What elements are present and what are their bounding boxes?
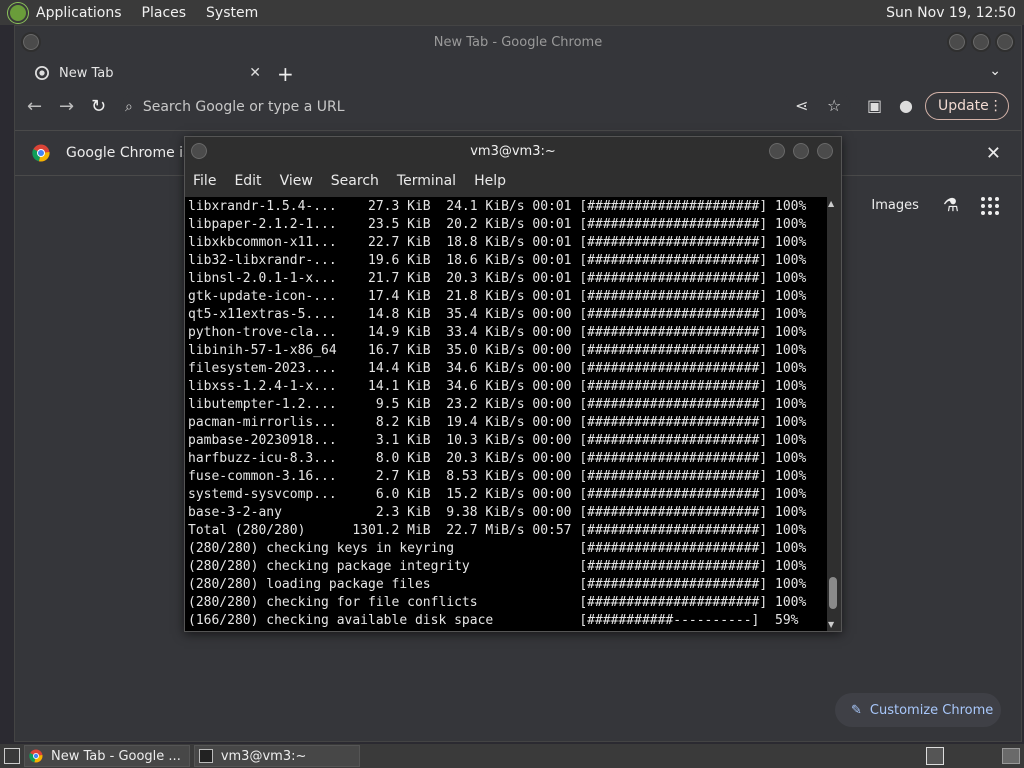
menu-places[interactable]: Places (142, 5, 187, 21)
images-link[interactable]: Images (871, 198, 919, 213)
chrome-titlebar[interactable]: New Tab - Google Chrome (15, 26, 1021, 58)
ntp-header-links: Images ⚗ (871, 195, 999, 216)
terminal-line: (166/280) checking available disk space … (188, 613, 799, 628)
menu-file[interactable]: File (193, 173, 216, 189)
menu-help[interactable]: Help (474, 173, 506, 189)
infobar-text: Google Chrome isn (66, 145, 200, 161)
google-apps-icon[interactable] (981, 196, 999, 215)
terminal-close-icon[interactable] (815, 141, 835, 161)
terminal-task-icon (198, 749, 213, 763)
side-panel-icon[interactable]: ▣ (867, 96, 882, 115)
terminal-minimize-icon[interactable] (767, 141, 787, 161)
menu-system[interactable]: System (206, 5, 258, 21)
trash-icon[interactable] (1002, 748, 1020, 764)
terminal-line: pambase-20230918... 3.1 KiB 10.3 KiB/s 0… (188, 433, 807, 448)
terminal-line: libinih-57-1-x86_64 16.7 KiB 35.0 KiB/s … (188, 343, 807, 358)
terminal-line: libnsl-2.0.1-1-x... 21.7 KiB 20.3 KiB/s … (188, 271, 807, 286)
chrome-window-title: New Tab - Google Chrome (433, 34, 603, 50)
scroll-down-arrow-icon[interactable]: ▼ (828, 620, 834, 629)
scrollbar-thumb[interactable] (829, 577, 837, 609)
terminal-line: filesystem-2023.... 14.4 KiB 34.6 KiB/s … (188, 361, 807, 376)
reload-icon[interactable]: ↻ (91, 96, 106, 117)
terminal-title: vm3@vm3:~ (470, 143, 556, 159)
terminal-maximize-icon[interactable] (791, 141, 811, 161)
terminal-line: (280/280) loading package files [#######… (188, 577, 807, 592)
terminal-line: python-trove-cla... 14.9 KiB 33.4 KiB/s … (188, 325, 807, 340)
bottom-taskbar: New Tab - Google ... vm3@vm3:~ (0, 744, 1024, 768)
menu-edit[interactable]: Edit (234, 173, 261, 189)
chrome-favicon-icon (35, 66, 49, 80)
menu-terminal[interactable]: Terminal (397, 173, 456, 189)
customize-label: Customize Chrome (869, 702, 994, 718)
task-chrome[interactable]: New Tab - Google ... (24, 745, 190, 767)
minimize-icon[interactable] (947, 32, 967, 52)
terminal-line: (280/280) checking keys in keyring [####… (188, 541, 807, 556)
omnibox-placeholder: Search Google or type a URL (142, 99, 345, 115)
bookmark-star-icon[interactable]: ☆ (827, 96, 841, 115)
task-chrome-label: New Tab - Google ... (51, 748, 181, 764)
terminal-scrollbar[interactable]: ▲ ▼ (827, 197, 839, 631)
tab-search-chevron-icon[interactable]: ⌄ (989, 63, 1001, 79)
terminal-line: libpaper-2.1.2-1... 23.5 KiB 20.2 KiB/s … (188, 217, 807, 232)
task-terminal-label: vm3@vm3:~ (220, 748, 307, 764)
toolbar: ← → ↻ ⌕ Search Google or type a URL ⋖ ☆ … (15, 88, 1021, 126)
menu-applications[interactable]: Applications (36, 5, 122, 21)
terminal-line: harfbuzz-icu-8.3... 8.0 KiB 20.3 KiB/s 0… (188, 451, 807, 466)
terminal-line: libxrandr-1.5.4-... 27.3 KiB 24.1 KiB/s … (188, 199, 807, 214)
new-tab-plus-icon[interactable]: + (277, 62, 294, 86)
terminal-line: lib32-libxrandr-... 19.6 KiB 18.6 KiB/s … (188, 253, 807, 268)
clock[interactable]: Sun Nov 19, 12:50 (886, 5, 1016, 21)
chrome-task-icon (29, 749, 43, 763)
tab-title: New Tab (59, 65, 114, 81)
terminal-line: systemd-sysvcomp... 6.0 KiB 15.2 KiB/s 0… (188, 487, 807, 502)
tab-close-icon[interactable]: ✕ (249, 65, 261, 81)
scroll-up-arrow-icon[interactable]: ▲ (828, 199, 834, 208)
task-terminal[interactable]: vm3@vm3:~ (193, 745, 360, 767)
terminal-window: vm3@vm3:~ File Edit View Search Terminal… (184, 136, 842, 632)
terminal-window-menu-icon[interactable] (189, 141, 209, 161)
window-menu-icon[interactable] (21, 32, 41, 52)
maximize-icon[interactable] (971, 32, 991, 52)
chrome-logo-icon (32, 144, 50, 162)
profile-avatar-icon[interactable]: ● (899, 96, 913, 115)
terminal-line: libxss-1.2.4-1-x... 14.1 KiB 34.6 KiB/s … (188, 379, 807, 394)
infobar-close-icon[interactable]: ✕ (986, 143, 1001, 164)
terminal-line: libxkbcommon-x11... 22.7 KiB 18.8 KiB/s … (188, 235, 807, 250)
update-label: Update (938, 98, 989, 114)
close-window-icon[interactable] (995, 32, 1015, 52)
menu-view[interactable]: View (280, 173, 313, 189)
terminal-line: base-3-2-any 2.3 KiB 9.38 KiB/s 00:00 [#… (188, 505, 807, 520)
terminal-line: gtk-update-icon-... 17.4 KiB 21.8 KiB/s … (188, 289, 807, 304)
forward-arrow-icon[interactable]: → (59, 96, 74, 117)
workspace-switcher-icon[interactable] (926, 747, 944, 765)
distro-logo-icon[interactable] (8, 2, 28, 23)
terminal-menubar: File Edit View Search Terminal Help (185, 165, 841, 197)
terminal-output[interactable]: libxrandr-1.5.4-... 27.3 KiB 24.1 KiB/s … (185, 197, 827, 631)
terminal-line: (280/280) checking package integrity [##… (188, 559, 807, 574)
terminal-line: fuse-common-3.16... 2.7 KiB 8.53 KiB/s 0… (188, 469, 807, 484)
search-icon: ⌕ (125, 99, 133, 115)
omnibox[interactable]: ⌕ Search Google or type a URL (121, 92, 851, 122)
menu-search[interactable]: Search (331, 173, 379, 189)
back-arrow-icon[interactable]: ← (27, 96, 42, 117)
more-menu-icon[interactable]: ⋮ (989, 98, 1003, 114)
pencil-icon: ✎ (851, 702, 862, 718)
terminal-line: libutempter-1.2.... 9.5 KiB 23.2 KiB/s 0… (188, 397, 807, 412)
labs-flask-icon[interactable]: ⚗ (943, 195, 959, 216)
terminal-line: Total (280/280) 1301.2 MiB 22.7 MiB/s 00… (188, 523, 807, 538)
tab-strip: New Tab ✕ + ⌄ (15, 58, 1021, 88)
tab-new-tab[interactable]: New Tab ✕ (29, 58, 265, 88)
show-desktop-icon[interactable] (4, 748, 20, 764)
terminal-line: qt5-x11extras-5.... 14.8 KiB 35.4 KiB/s … (188, 307, 807, 322)
terminal-titlebar[interactable]: vm3@vm3:~ (185, 137, 841, 165)
terminal-line: pacman-mirrorlis... 8.2 KiB 19.4 KiB/s 0… (188, 415, 807, 430)
terminal-line: (280/280) checking for file conflicts [#… (188, 595, 807, 610)
update-button[interactable]: Update ⋮ (925, 92, 1009, 120)
share-icon[interactable]: ⋖ (795, 96, 808, 115)
top-panel: Applications Places System Sun Nov 19, 1… (0, 0, 1024, 25)
customize-chrome-button[interactable]: ✎ Customize Chrome (835, 693, 1001, 727)
